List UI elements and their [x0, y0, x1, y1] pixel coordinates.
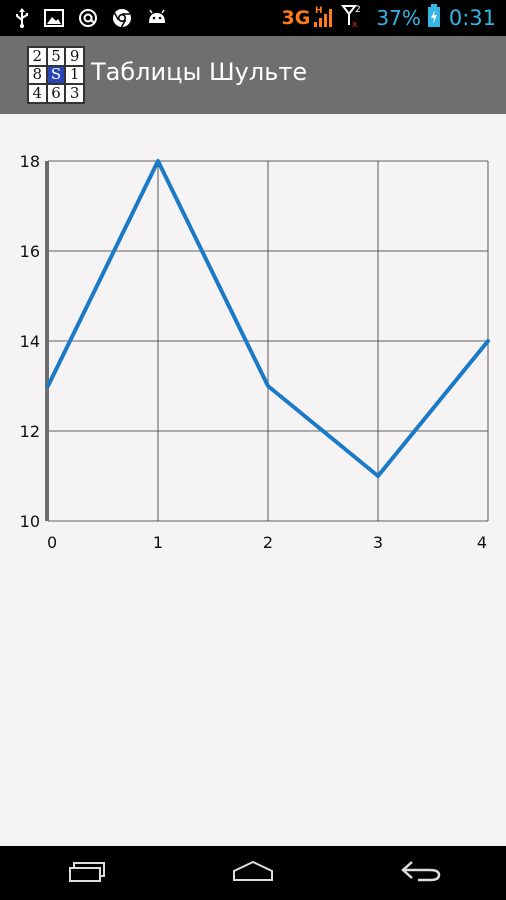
status-bar: 3G H 2 x 37% 0:31 [0, 0, 506, 36]
x-tick-label: 2 [263, 533, 273, 552]
back-icon [400, 859, 442, 887]
logo-cell: 6 [46, 84, 66, 103]
signal-strength-icon: H [312, 4, 336, 32]
android-icon [146, 9, 168, 27]
y-tick-label: 10 [20, 512, 40, 531]
recent-apps-button[interactable] [40, 846, 130, 900]
image-icon [44, 9, 64, 27]
no-data-indicator: x [352, 20, 358, 29]
network-type: 3G [281, 7, 311, 29]
y-tick-label: 12 [20, 422, 40, 441]
logo-cell: 2 [28, 47, 47, 66]
home-button[interactable] [208, 846, 298, 900]
x-tick-label: 4 [477, 533, 487, 552]
logo-cell-center: S [46, 65, 66, 85]
recent-apps-icon [65, 859, 105, 887]
y-tick-label: 14 [20, 332, 40, 351]
logo-cell: 1 [65, 65, 84, 85]
data-point [376, 474, 380, 478]
back-button[interactable] [376, 846, 466, 900]
data-point [486, 339, 490, 343]
system-indicators: 3G H 2 x 37% 0:31 [282, 0, 496, 36]
y-tick-label: 16 [20, 242, 40, 261]
data-point [46, 384, 50, 388]
results-chart: 10 12 14 16 18 0 1 2 3 4 [0, 114, 506, 574]
x-tick-label: 3 [373, 533, 383, 552]
second-sim-signal-icon: 2 x [340, 3, 366, 33]
app-logo: 2 5 9 8 S 1 4 6 3 [27, 46, 85, 104]
logo-cell: 8 [28, 65, 47, 85]
logo-cell: 4 [28, 84, 47, 103]
usb-icon [14, 8, 30, 28]
logo-cell: 5 [46, 47, 66, 66]
logo-cell: 3 [65, 84, 84, 103]
logo-cell: 9 [65, 47, 84, 66]
app-title: Таблицы Шульте [91, 58, 308, 86]
clock: 0:31 [448, 6, 496, 30]
line-chart: 10121416180 1 2 3 4 [20, 152, 490, 552]
hspa-label: H [315, 6, 323, 16]
sim-slot-label: 2 [355, 5, 361, 15]
data-point [266, 384, 270, 388]
x-tick-label: 0 [47, 533, 57, 552]
battery-charging-icon [427, 4, 441, 32]
battery-percent: 37% [376, 6, 421, 30]
data-point [156, 159, 160, 163]
home-icon [231, 859, 275, 887]
at-sign-icon [78, 8, 98, 28]
action-bar: 2 5 9 8 S 1 4 6 3 Таблицы Шульте [0, 36, 506, 114]
navigation-bar [0, 846, 506, 900]
chrome-icon [112, 8, 132, 28]
notification-icons [14, 0, 168, 36]
y-axis-line [45, 161, 49, 521]
x-tick-label: 1 [153, 533, 163, 552]
y-tick-label: 18 [20, 152, 40, 171]
